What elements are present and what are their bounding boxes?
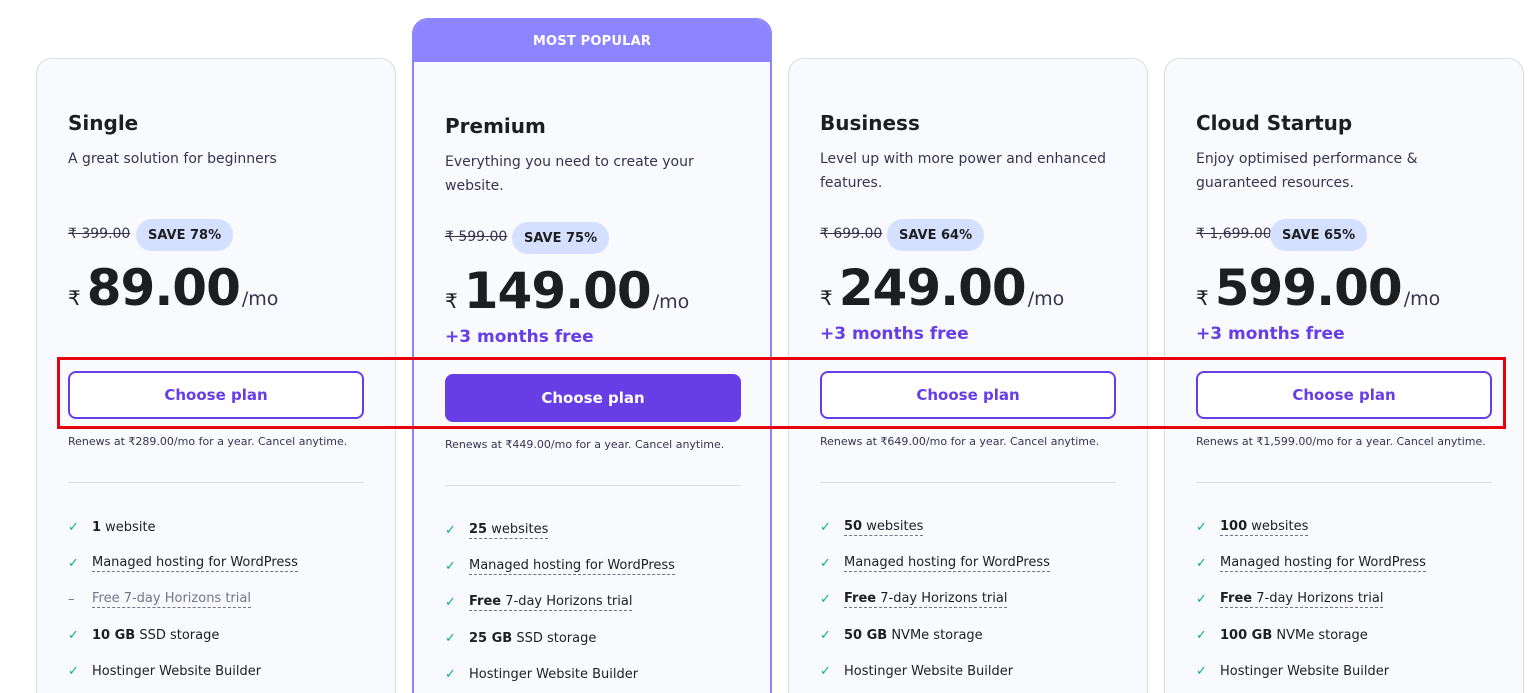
bonus-months: +3 months free xyxy=(820,324,969,344)
choose-plan-button[interactable]: Choose plan xyxy=(820,371,1116,419)
plan-card-business: Business Level up with more power and en… xyxy=(788,58,1148,693)
feature-item[interactable]: ✓ Managed hosting for WordPress xyxy=(445,548,675,584)
price: ₹ 149.00 /mo xyxy=(445,262,689,320)
price: ₹ 89.00 /mo xyxy=(68,259,278,317)
check-icon: ✓ xyxy=(68,555,79,571)
feature-item[interactable]: ✓ Free 7-day Horizons trial xyxy=(1196,581,1426,617)
plan-title: Single xyxy=(68,111,139,135)
feature-item[interactable]: ✓ Managed hosting for WordPress xyxy=(1196,545,1426,581)
check-icon: ✓ xyxy=(68,519,79,535)
feature-item[interactable]: ✓ 50 websites xyxy=(820,509,1050,545)
feature-item[interactable]: ✓ Managed hosting for WordPress xyxy=(68,545,298,581)
divider xyxy=(1196,482,1492,483)
check-icon: ✓ xyxy=(820,591,831,607)
check-icon: ✓ xyxy=(445,558,456,574)
choose-plan-button[interactable]: Choose plan xyxy=(445,374,741,422)
check-icon: ✓ xyxy=(820,519,831,535)
old-price: ₹ 699.00 xyxy=(820,226,883,242)
bonus-months: +3 months free xyxy=(445,327,594,347)
price: ₹ 599.00 /mo xyxy=(1196,259,1440,317)
plan-card-premium: MOST POPULAR Premium Everything you need… xyxy=(412,18,772,693)
feature-item: ✓ 25 GB SSD storage xyxy=(445,630,597,646)
choose-plan-button[interactable]: Choose plan xyxy=(1196,371,1492,419)
save-badge: SAVE 78% xyxy=(136,219,234,251)
check-icon: ✓ xyxy=(820,627,831,643)
price-amount: 599.00 xyxy=(1214,259,1403,317)
price-period: /mo xyxy=(1403,288,1441,310)
feature-item: ✓ Hostinger Website Builder xyxy=(820,663,1014,679)
check-icon: ✓ xyxy=(820,555,831,571)
feature-list: ✓ 50 websites ✓ Managed hosting for WordPr… xyxy=(820,509,1050,689)
feature-list: ✓ 100 websites ✓ Managed hosting for WordP… xyxy=(1196,509,1426,689)
currency-symbol: ₹ xyxy=(820,286,833,310)
check-icon: ✓ xyxy=(820,663,831,679)
save-badge: SAVE 65% xyxy=(1270,219,1368,251)
currency-symbol: ₹ xyxy=(445,289,458,313)
feature-item[interactable]: – Free 7-day Horizons trial xyxy=(68,581,298,617)
plan-card-single: Single A great solution for beginners ₹ … xyxy=(36,58,396,693)
feature-list: ✓ 1 website ✓ Managed hosting for WordPres… xyxy=(68,509,298,689)
pricing-page: Single A great solution for beginners ₹ … xyxy=(0,0,1539,693)
check-icon: ✓ xyxy=(1196,627,1207,643)
price-period: /mo xyxy=(241,288,279,310)
feature-item[interactable]: ✓ Managed hosting for WordPress xyxy=(820,545,1050,581)
feature-item: ✓ 100 GB NVMe storage xyxy=(1196,627,1368,643)
plan-title: Business xyxy=(820,111,920,135)
price-amount: 149.00 xyxy=(463,262,652,320)
plan-title: Cloud Startup xyxy=(1196,111,1353,135)
feature-item[interactable]: ✓ 25 websites xyxy=(445,512,675,548)
old-price: ₹ 399.00 xyxy=(68,226,131,242)
plan-description: Level up with more power and enhanced fe… xyxy=(820,151,1107,191)
check-icon: ✓ xyxy=(445,630,456,646)
plan-description: A great solution for beginners xyxy=(68,151,277,167)
plan-card-cloud-startup: Cloud Startup Enjoy optimised performanc… xyxy=(1164,58,1524,693)
price: ₹ 249.00 /mo xyxy=(820,259,1064,317)
check-icon: ✓ xyxy=(1196,591,1207,607)
feature-item[interactable]: ✓ Free 7-day Horizons trial xyxy=(445,584,675,620)
save-badge: SAVE 64% xyxy=(887,219,985,251)
check-icon: ✓ xyxy=(445,666,456,682)
currency-symbol: ₹ xyxy=(1196,286,1209,310)
dash-icon: – xyxy=(68,591,75,607)
save-badge: SAVE 75% xyxy=(512,222,610,254)
feature-item: ✓ Hostinger Website Builder xyxy=(1196,663,1390,679)
feature-item[interactable]: ✓ Free 7-day Horizons trial xyxy=(820,581,1050,617)
feature-item: ✓ 10 GB SSD storage xyxy=(68,627,220,643)
renewal-note: Renews at ₹449.00/mo for a year. Cancel … xyxy=(445,438,725,451)
check-icon: ✓ xyxy=(1196,519,1207,535)
check-icon: ✓ xyxy=(68,627,79,643)
feature-item: ✓ 50 GB NVMe storage xyxy=(820,627,983,643)
choose-plan-button[interactable]: Choose plan xyxy=(68,371,364,419)
feature-item: ✓ Hostinger Website Builder xyxy=(445,666,639,682)
feature-list: ✓ 25 websites ✓ Managed hosting for WordPr… xyxy=(445,512,675,692)
divider xyxy=(820,482,1116,483)
renewal-note: Renews at ₹289.00/mo for a year. Cancel … xyxy=(68,435,348,448)
renewal-note: Renews at ₹1,599.00/mo for a year. Cance… xyxy=(1196,435,1486,448)
plan-title: Premium xyxy=(445,114,546,138)
price-period: /mo xyxy=(652,291,690,313)
check-icon: ✓ xyxy=(68,663,79,679)
check-icon: ✓ xyxy=(445,594,456,610)
feature-item: ✓ 1 website xyxy=(68,519,156,535)
feature-item: ✓ Hostinger Website Builder xyxy=(68,663,262,679)
price-amount: 249.00 xyxy=(838,259,1027,317)
currency-symbol: ₹ xyxy=(68,286,81,310)
renewal-note: Renews at ₹649.00/mo for a year. Cancel … xyxy=(820,435,1100,448)
check-icon: ✓ xyxy=(1196,663,1207,679)
divider xyxy=(445,485,741,486)
plan-description: Enjoy optimised performance & guaranteed… xyxy=(1196,151,1418,191)
check-icon: ✓ xyxy=(1196,555,1207,571)
old-price: ₹ 599.00 xyxy=(445,229,508,245)
old-price: ₹ 1,699.00 xyxy=(1196,226,1272,242)
plan-description: Everything you need to create your websi… xyxy=(445,154,694,194)
divider xyxy=(68,482,364,483)
check-icon: ✓ xyxy=(445,522,456,538)
price-amount: 89.00 xyxy=(86,259,241,317)
bonus-months: +3 months free xyxy=(1196,324,1345,344)
price-period: /mo xyxy=(1027,288,1065,310)
feature-item[interactable]: ✓ 100 websites xyxy=(1196,509,1426,545)
